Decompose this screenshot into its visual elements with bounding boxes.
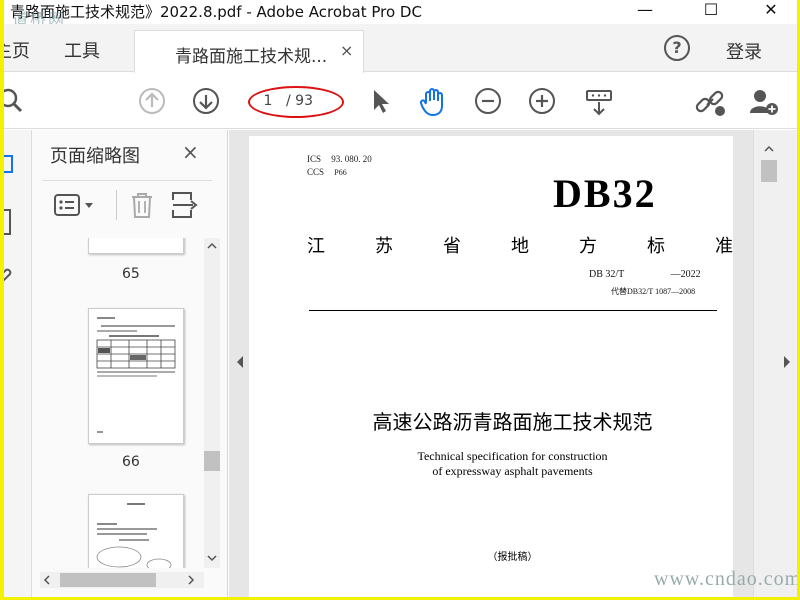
replaces-standard: 代替DB32/T 1087—2008 — [611, 287, 696, 296]
title-bar: 青路面施工技术规范》2022.8.pdf - Adobe Acrobat Pro… — [4, 0, 797, 24]
thumbnails-panel: 页面缩略图 × 65 66 — [32, 130, 228, 597]
divider — [42, 180, 212, 181]
province-standard-heading: 江苏省地方标准 — [307, 232, 733, 258]
standard-number: DB 32/T —2022 — [589, 269, 701, 280]
draft-status: （报批稿） — [487, 552, 538, 563]
page-thumbnail-number: 66 — [122, 454, 140, 470]
attachments-nav-icon[interactable] — [4, 262, 20, 296]
province-heading-char: 方 — [579, 236, 597, 257]
close-panel-button[interactable]: × — [182, 140, 199, 164]
next-page-icon[interactable] — [192, 87, 220, 115]
document-view[interactable]: ICS 93. 080. 20 CCS P66 DB32 江 苏 省 地 方 标 准 DB … — [229, 130, 753, 597]
tab-home[interactable]: 主页 — [4, 37, 30, 63]
thumbnail-tools — [42, 188, 212, 226]
help-icon[interactable]: ? — [664, 35, 690, 61]
page-thumbnails-nav-icon[interactable] — [4, 152, 20, 186]
window-title: 青路面施工技术规范》2022.8.pdf - Adobe Acrobat Pro… — [10, 3, 422, 21]
toolbar: / 93 — [4, 73, 797, 129]
expand-right-panel-icon[interactable] — [782, 354, 792, 373]
province-heading-char: 标 — [647, 236, 665, 257]
options-menu-icon[interactable] — [54, 192, 100, 224]
prev-page-icon[interactable] — [138, 87, 166, 115]
document-vertical-scrollbar[interactable] — [760, 138, 778, 588]
close-tab-button[interactable]: × — [340, 41, 353, 60]
close-window-button[interactable]: ✕ — [748, 0, 794, 24]
page-thumbnail[interactable] — [88, 308, 184, 444]
db-code: DB32 — [553, 171, 657, 216]
standard-prefix: DB 32/T — [589, 269, 625, 280]
delete-page-icon[interactable] — [128, 190, 156, 224]
zoom-out-icon[interactable] — [474, 87, 502, 115]
ccs-value: P66 — [334, 168, 347, 177]
thumbnail-list: 65 66 — [32, 238, 204, 568]
divider — [116, 190, 117, 220]
right-pane — [753, 130, 797, 597]
tab-bar: 主页 工具 青路面施工技术规... × ? 登录 — [4, 24, 797, 73]
province-heading-char: 准 — [715, 236, 733, 257]
search-icon[interactable] — [4, 87, 32, 115]
zoom-in-icon[interactable] — [528, 87, 556, 115]
pdf-page: ICS 93. 080. 20 CCS P66 DB32 江 苏 省 地 方 标 准 DB … — [249, 136, 733, 597]
province-heading-char: 省 — [443, 236, 461, 257]
province-heading-char: 地 — [511, 236, 529, 257]
ccs-line: CCS P66 — [307, 167, 347, 177]
page-display-icon[interactable] — [584, 87, 612, 116]
minimize-button[interactable]: — — [622, 0, 668, 24]
bookmarks-nav-icon[interactable] — [4, 208, 20, 242]
page-thumbnail[interactable] — [88, 494, 184, 568]
ics-value: 93. 080. 20 — [331, 154, 372, 164]
highlight-annotation-oval — [248, 86, 344, 118]
divider — [309, 310, 717, 311]
thumbnails-panel-title: 页面缩略图 — [50, 146, 140, 167]
document-title-en-line-2: of expressway asphalt pavements — [432, 464, 593, 478]
maximize-button[interactable]: ☐ — [688, 0, 734, 24]
ics-label: ICS — [307, 154, 322, 164]
standard-year: —2022 — [670, 269, 701, 280]
login-button[interactable]: 登录 — [726, 38, 762, 64]
watermark-site: www.cndao.com — [654, 568, 797, 590]
left-nav-strip — [4, 130, 32, 597]
page-thumbnail[interactable] — [88, 238, 184, 254]
select-cursor-icon[interactable] — [368, 87, 396, 115]
add-user-icon[interactable] — [748, 87, 778, 115]
province-heading-char: 苏 — [375, 236, 393, 257]
document-title-en-line-1: Technical specification for construction — [417, 449, 608, 463]
thumbnail-vertical-scrollbar[interactable] — [204, 238, 220, 568]
tab-tools[interactable]: 工具 — [64, 37, 100, 63]
page-thumbnail-number: 65 — [122, 266, 140, 282]
ccs-label: CCS — [307, 167, 325, 177]
tab-document-label: 青路面施工技术规... — [175, 47, 328, 67]
province-heading-char: 江 — [307, 236, 325, 257]
hand-tool-icon[interactable] — [418, 87, 446, 117]
tab-document[interactable]: 青路面施工技术规... × — [134, 30, 364, 73]
ics-line: ICS 93. 080. 20 — [307, 154, 372, 164]
document-title-cn: 高速公路沥青路面施工技术规范 — [372, 410, 653, 434]
share-link-icon[interactable] — [694, 87, 725, 116]
collapse-left-panel-icon[interactable] — [235, 354, 245, 373]
insert-pages-icon[interactable] — [170, 190, 200, 224]
thumbnail-horizontal-scrollbar[interactable] — [40, 572, 204, 588]
acrobat-window: 青路面施工技术规范》2022.8.pdf - Adobe Acrobat Pro… — [4, 0, 797, 597]
